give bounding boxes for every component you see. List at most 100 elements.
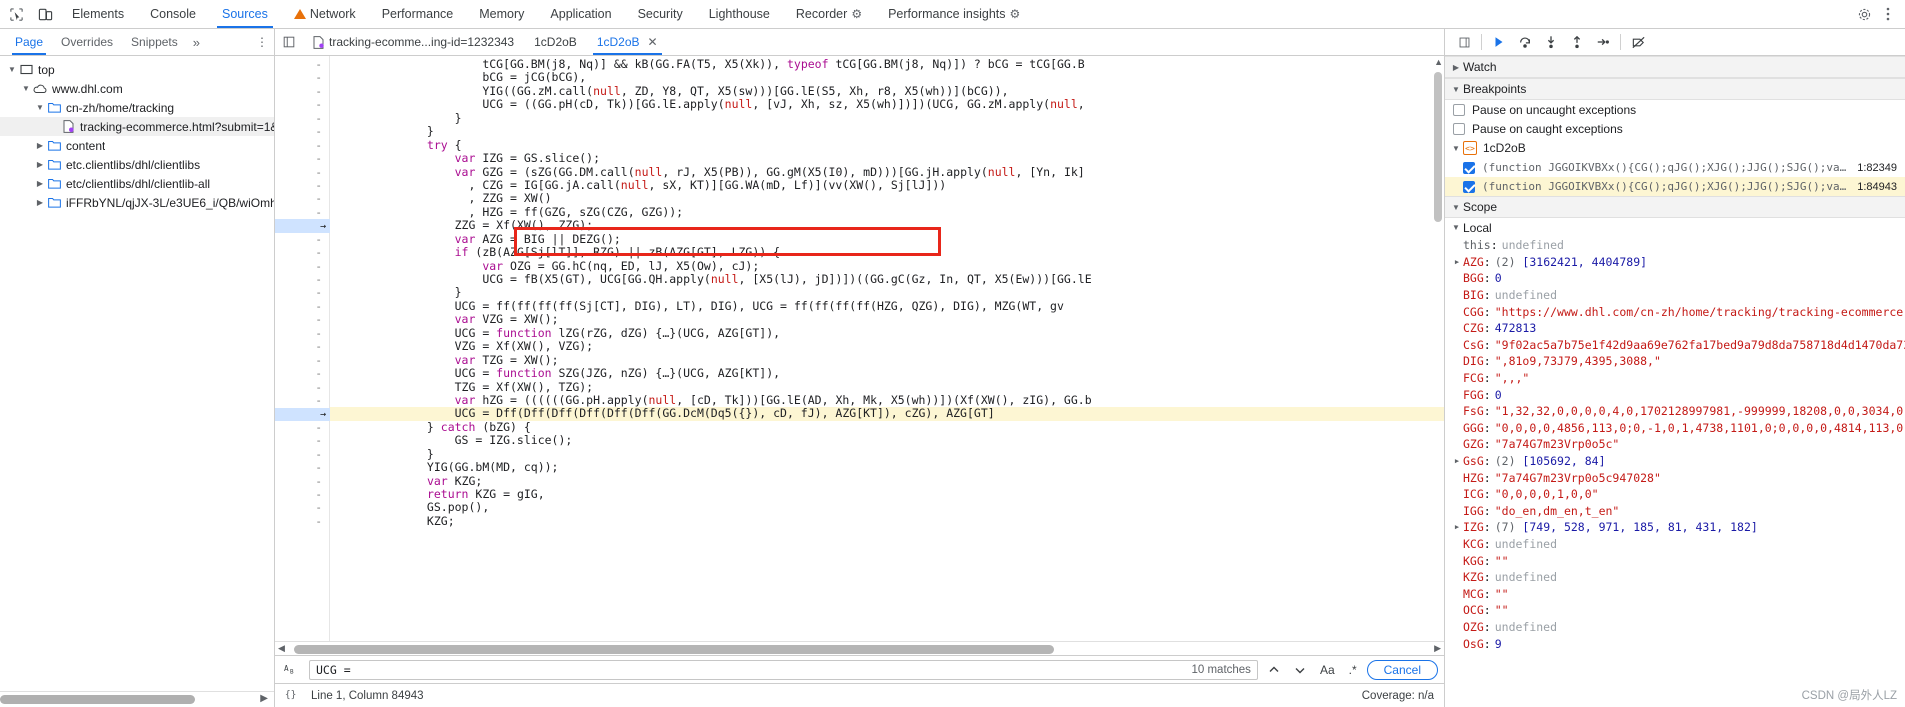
scope-variable-row[interactable]: OCG: "" — [1445, 602, 1905, 619]
code-line[interactable]: var VZG = XW(); — [330, 312, 1444, 326]
editor-tab-tracking-ecommerce[interactable]: tracking-ecomme...ing-id=1232343 — [303, 29, 524, 55]
code-line[interactable]: } — [330, 124, 1444, 138]
code-line[interactable]: UCG = function lZG(rZG, dZG) {…}(UCG, AZ… — [330, 326, 1444, 340]
scope-variable-row[interactable]: IGG: "do_en,dm_en,t_en" — [1445, 503, 1905, 520]
code-line[interactable]: var KZG; — [330, 474, 1444, 488]
code-line[interactable]: , ZZG = XW() — [330, 191, 1444, 205]
tree-item[interactable]: ▼ www.dhl.com — [0, 79, 274, 98]
search-next-button[interactable] — [1290, 660, 1310, 680]
scope-variable-row[interactable]: KCG: undefined — [1445, 536, 1905, 553]
gutter-line[interactable]: - — [275, 327, 329, 340]
gutter-line[interactable]: - — [275, 246, 329, 259]
gutter-line[interactable]: - — [275, 313, 329, 326]
gutter-line[interactable]: - — [275, 260, 329, 273]
tree-item[interactable]: ▶ etc/clientlibs/dhl/clientlib-all — [0, 174, 274, 193]
line-gutter[interactable]: -----------------------------------→→ — [275, 56, 330, 641]
cancel-button[interactable]: Cancel — [1366, 659, 1438, 680]
code-line[interactable]: GS = IZG.slice(); — [330, 433, 1444, 447]
format-code-icon[interactable]: {} — [281, 687, 301, 704]
tree-item[interactable]: tracking-ecommerce.html?submit=1&trac — [0, 117, 274, 136]
code-line[interactable]: try { — [330, 138, 1444, 152]
code-line[interactable]: if (zB(AZG[Sj[lT]], RZG) || zB(AZG[GT], … — [330, 245, 1444, 259]
code-line[interactable]: } — [330, 447, 1444, 461]
tree-item[interactable]: ▼ top — [0, 60, 274, 79]
editor-tab-1cd2ob-2[interactable]: 1cD2oB ✕ — [587, 29, 668, 55]
tab-application[interactable]: Application — [537, 0, 624, 28]
code-line[interactable]: } — [330, 111, 1444, 125]
gutter-line[interactable]: - — [275, 461, 329, 474]
pause-uncaught-checkbox[interactable] — [1453, 103, 1465, 116]
code-line[interactable]: UCG = ((GG.pH(cD, Tk))[GG.lE.apply(null,… — [330, 97, 1444, 111]
chevron-right-icon[interactable]: ▶ — [1451, 457, 1463, 465]
gutter-line[interactable]: - — [275, 381, 329, 394]
code-line[interactable]: var OZG = GG.hC(nq, ED, lJ, X5(Ow), cJ); — [330, 259, 1444, 273]
tree-item[interactable]: ▶ content — [0, 136, 274, 155]
gutter-line[interactable]: - — [275, 139, 329, 152]
scope-variable-row[interactable]: ▶ GsG: (2) [105692, 84] — [1445, 453, 1905, 470]
code-line[interactable]: GS.pop(), — [330, 500, 1444, 514]
gutter-line[interactable]: - — [275, 206, 329, 219]
code-line[interactable]: UCG = ff(ff(ff(ff(Sj[CT], DIG), LT), DIG… — [330, 299, 1444, 313]
gutter-line[interactable]: - — [275, 367, 329, 380]
code-line[interactable]: bCG = jCG(bCG), — [330, 70, 1444, 84]
breakpoint-item[interactable]: (function JGGOIKVBXx(){CG();qJG();XJG();… — [1445, 158, 1905, 177]
scope-variable-row[interactable]: OZG: undefined — [1445, 619, 1905, 636]
scrollbar-track[interactable] — [0, 695, 248, 704]
step-over-button[interactable] — [1512, 30, 1538, 54]
show-navigator-icon[interactable] — [275, 35, 303, 49]
code-line[interactable]: tCG[GG.BM(j8, Nq)] && kB(GG.FA(T5, X5(Xk… — [330, 57, 1444, 71]
chevron-right-icon[interactable]: ▶ — [34, 160, 46, 169]
editor-hscrollbar[interactable]: ◀ ▶ — [275, 641, 1444, 655]
tab-memory[interactable]: Memory — [466, 0, 537, 28]
code-content[interactable]: tCG[GG.BM(j8, Nq)] && kB(GG.FA(T5, X5(Xk… — [330, 56, 1444, 641]
code-line[interactable]: TZG = Xf(XW(), TZG); — [330, 380, 1444, 394]
gutter-line[interactable]: - — [275, 85, 329, 98]
scrollbar-thumb[interactable] — [0, 695, 195, 704]
device-toolbar-icon[interactable] — [35, 4, 55, 24]
nav-tab-overrides[interactable]: Overrides — [52, 29, 122, 55]
code-line[interactable]: UCG = Dff(Dff(Dff(Dff(Dff(Dff(GG.DcM(Dq5… — [330, 406, 1444, 421]
code-line[interactable]: var hZG = ((((((GG.pH.apply(null, [cD, T… — [330, 393, 1444, 407]
gutter-line[interactable]: - — [275, 488, 329, 501]
code-line[interactable]: var TZG = XW(); — [330, 353, 1444, 367]
chevron-down-icon[interactable]: ▼ — [6, 65, 18, 74]
tab-performance-insights[interactable]: Performance insights ⚙ — [875, 0, 1033, 28]
scope-variable-row[interactable]: KGG: "" — [1445, 552, 1905, 569]
tab-lighthouse[interactable]: Lighthouse — [696, 0, 783, 28]
tab-recorder[interactable]: Recorder ⚙ — [783, 0, 875, 28]
gutter-line[interactable]: - — [275, 475, 329, 488]
pause-caught-row[interactable]: Pause on caught exceptions — [1445, 119, 1905, 138]
match-case-button[interactable]: Aa — [1316, 663, 1339, 677]
code-line[interactable]: YIG((GG.zM.call(null, ZD, Y8, QT, X5(sw)… — [330, 84, 1444, 98]
chevron-right-icon[interactable]: ▶ — [34, 179, 46, 188]
tree-item[interactable]: ▼ cn-zh/home/tracking — [0, 98, 274, 117]
collapse-sidebar-icon[interactable] — [1451, 30, 1477, 54]
scope-variable-row[interactable]: ▶ AZG: (2) [3162421, 4404789] — [1445, 254, 1905, 271]
gutter-line[interactable]: - — [275, 434, 329, 447]
tab-sources[interactable]: Sources — [209, 0, 281, 28]
scope-variable-row[interactable]: CsG: "9f02ac5a7b75e1f42d9aa69e762fa17bed9… — [1445, 337, 1905, 354]
scope-variable-row[interactable]: MCG: "" — [1445, 585, 1905, 602]
scope-variable-row[interactable]: KZG: undefined — [1445, 569, 1905, 586]
scrollbar-thumb[interactable] — [294, 645, 1054, 654]
scope-variable-row[interactable]: BIG: undefined — [1445, 287, 1905, 304]
step-out-button[interactable] — [1564, 30, 1590, 54]
code-editor[interactable]: -----------------------------------→→ tC… — [275, 56, 1444, 641]
scope-variable-row[interactable]: CGG: "https://www.dhl.com/cn-zh/home/trac… — [1445, 303, 1905, 320]
more-tabs-icon[interactable]: » — [187, 35, 206, 50]
deactivate-breakpoints-button[interactable] — [1625, 30, 1651, 54]
scope-variable-row[interactable]: BGG:0 — [1445, 270, 1905, 287]
gutter-line[interactable]: - — [275, 98, 329, 111]
scope-variable-row[interactable]: FCG: ",,," — [1445, 370, 1905, 387]
nav-tab-page[interactable]: Page — [6, 29, 52, 55]
gear-icon[interactable] — [1853, 3, 1875, 25]
chevron-right-icon[interactable]: ▶ — [1451, 258, 1463, 266]
navigator-more-options-icon[interactable]: ⋮ — [256, 35, 268, 49]
code-line[interactable]: VZG = Xf(XW(), VZG); — [330, 339, 1444, 353]
gutter-line[interactable]: - — [275, 515, 329, 528]
scope-variable-list[interactable]: this: undefined ▶ AZG: (2) [3162421, 4404789… — [1445, 237, 1905, 707]
tab-network[interactable]: Network — [281, 0, 369, 28]
tab-security[interactable]: Security — [625, 0, 696, 28]
code-line[interactable]: } catch (bZG) { — [330, 420, 1444, 434]
close-icon[interactable]: ✕ — [648, 35, 658, 49]
